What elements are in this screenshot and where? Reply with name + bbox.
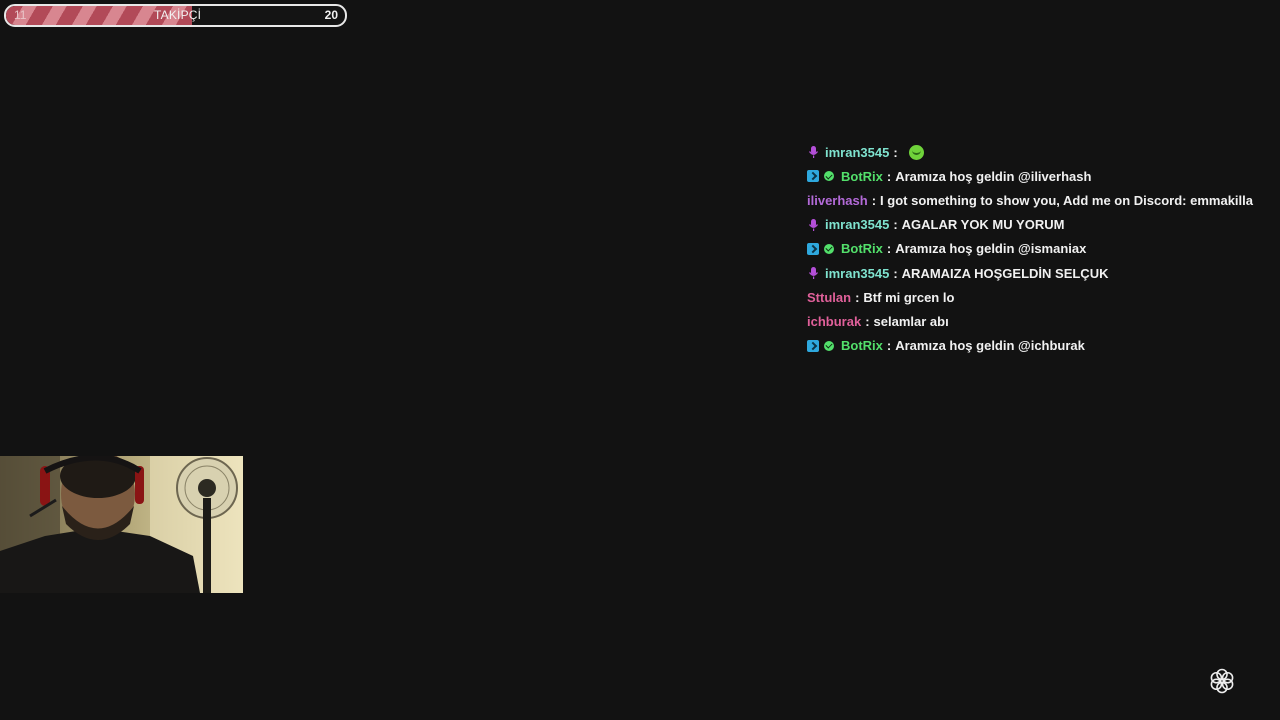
goal-current-count: 11 — [14, 8, 27, 22]
goal-target-count: 20 — [324, 8, 338, 22]
chat-separator: : — [886, 241, 892, 257]
chat-message: imran3545: AGALAR YOK MU YORUM — [807, 213, 1267, 237]
mic-icon — [807, 218, 820, 232]
stream-overlay: 11 TAKİPÇİ 20 imran3545: BotRix: Aramıza h… — [0, 0, 1280, 720]
chat-separator: : — [886, 338, 892, 354]
chat-message-text: I got something to show you, Add me on D… — [880, 192, 1253, 208]
chat-message-text: ARAMAIZA HOŞGELDİN SELÇUK — [901, 265, 1109, 281]
webcam-image — [0, 456, 243, 593]
bot-icon — [807, 339, 819, 352]
chat-message-text: Aramıza hoş geldin @ismaniax — [895, 241, 1087, 257]
chat-separator: : — [893, 144, 898, 160]
chat-message-text: Aramıza hoş geldin @ichburak — [895, 338, 1085, 354]
bot-icon — [807, 242, 819, 255]
chat-message: imran3545: ARAMAIZA HOŞGELDİN SELÇUK — [807, 261, 1267, 285]
chat-message: Sttulan: Btf mi grcen lo — [807, 285, 1267, 309]
chat-message-text: Aramıza hoş geldin @iliverhash — [895, 168, 1092, 184]
goal-label: TAKİPÇİ — [154, 8, 202, 22]
chat-overlay: imran3545: BotRix: Aramıza hoş geldin @ili… — [807, 140, 1267, 358]
chat-username[interactable]: Sttulan — [807, 290, 851, 305]
chat-message: ichburak: selamlar abı — [807, 309, 1267, 333]
chat-separator: : — [886, 168, 892, 184]
chat-username[interactable]: imran3545 — [825, 145, 889, 160]
mic-icon — [807, 145, 820, 159]
flower-logo-icon — [1208, 667, 1236, 695]
chat-message: imran3545: — [807, 140, 1267, 164]
chat-username[interactable]: iliverhash — [807, 193, 868, 208]
chat-separator: : — [855, 289, 860, 305]
chat-separator: : — [893, 265, 898, 281]
chat-message: BotRix: Aramıza hoş geldin @ismaniax — [807, 237, 1267, 261]
chat-separator: : — [871, 192, 877, 208]
chat-username[interactable]: imran3545 — [825, 217, 889, 232]
chat-separator: : — [865, 313, 870, 329]
chat-message-text: Btf mi grcen lo — [863, 289, 955, 305]
mic-icon — [807, 266, 820, 280]
chat-message: BotRix: Aramıza hoş geldin @ichburak — [807, 334, 1267, 358]
chat-username[interactable]: BotRix — [841, 241, 883, 256]
chat-username[interactable]: ichburak — [807, 314, 861, 329]
chat-message: iliverhash: I got something to show you, … — [807, 188, 1267, 212]
verified-icon — [824, 340, 834, 351]
follower-goal-bar: 11 TAKİPÇİ 20 — [4, 4, 347, 27]
verified-icon — [824, 243, 834, 254]
chat-message: BotRix: Aramıza hoş geldin @iliverhash — [807, 164, 1267, 188]
chat-separator: : — [893, 217, 898, 233]
verified-icon — [824, 171, 834, 182]
bot-icon — [807, 170, 819, 183]
chat-message-text: AGALAR YOK MU YORUM — [901, 217, 1065, 233]
chat-username[interactable]: BotRix — [841, 338, 883, 353]
smile-emote-icon — [908, 144, 924, 160]
webcam-feed — [0, 456, 243, 593]
chat-username[interactable]: imran3545 — [825, 266, 889, 281]
chat-username[interactable]: BotRix — [841, 169, 883, 184]
chat-message-text: selamlar abı — [873, 313, 949, 329]
